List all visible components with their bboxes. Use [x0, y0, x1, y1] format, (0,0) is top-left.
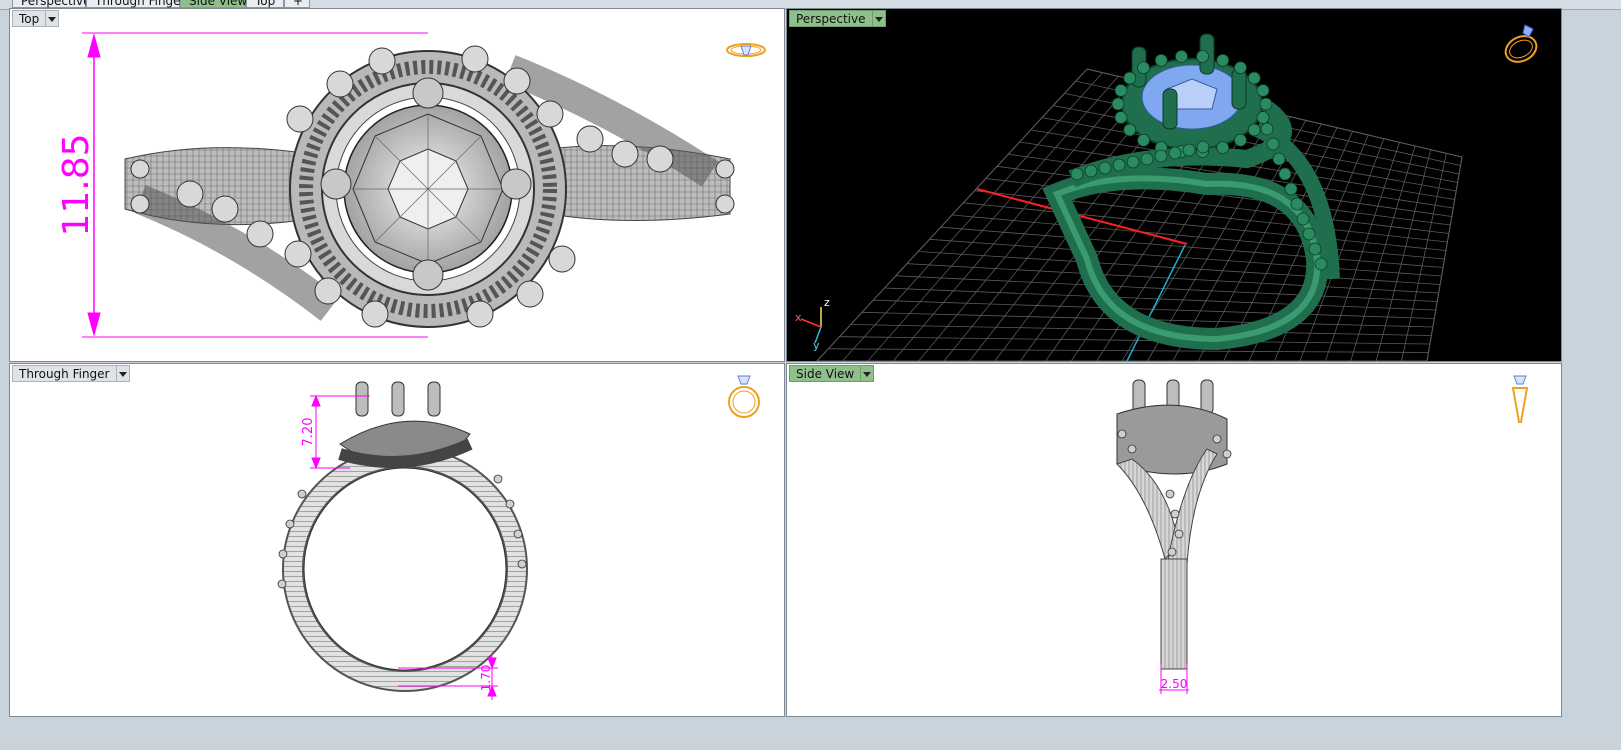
side-view-ring: 2.50	[1116, 379, 1232, 694]
perspective-scene: z x y	[795, 33, 1463, 361]
dropdown-arrow-icon[interactable]	[871, 10, 886, 27]
dropdown-arrow-icon[interactable]	[115, 365, 130, 382]
dimension-band-width: 2.50	[1161, 677, 1188, 691]
viewport-title-label: Perspective	[789, 10, 872, 27]
tab-through-finger[interactable]: Through Finger	[86, 0, 186, 8]
dimension-top-height: 11.85	[56, 133, 97, 236]
viewport-title-perspective[interactable]: Perspective	[789, 10, 886, 27]
tab-top[interactable]: Top	[246, 0, 284, 8]
viewport-perspective[interactable]: Perspective z x y	[786, 8, 1562, 362]
tab-side-view[interactable]: Side View	[180, 0, 247, 8]
dimension-crown-height: 7.20	[301, 418, 316, 447]
viewport-through-finger[interactable]: Through Finger 7.20 1.70	[9, 363, 785, 717]
viewport-title-label: Side View	[789, 365, 861, 382]
axis-label-z: z	[824, 296, 830, 309]
ring-side-icon[interactable]	[1505, 372, 1535, 426]
dropdown-arrow-icon[interactable]	[860, 365, 875, 382]
viewport-title-side-view[interactable]: Side View	[789, 365, 875, 382]
dimension-band-thickness: 1.70	[479, 665, 493, 692]
through-finger-ring: 7.20 1.70	[277, 381, 528, 700]
tab-add[interactable]: +	[284, 0, 310, 8]
axis-label-x: x	[795, 311, 802, 324]
axis-label-y: y	[813, 339, 820, 352]
top-view-ring: 11.85	[56, 32, 735, 338]
viewport-title-top[interactable]: Top	[12, 10, 60, 27]
viewport-title-label: Through Finger	[12, 365, 116, 382]
viewport-side-view[interactable]: Side View 2.50	[786, 363, 1562, 717]
viewport-title-through-finger[interactable]: Through Finger	[12, 365, 130, 382]
ring-perspective-icon[interactable]	[1499, 19, 1543, 67]
dropdown-arrow-icon[interactable]	[45, 10, 60, 27]
viewport-top[interactable]: Top 11.85	[9, 8, 785, 362]
ring-front-icon[interactable]	[724, 372, 764, 422]
ring-top-icon[interactable]	[724, 37, 768, 63]
tab-perspective[interactable]: Perspective	[12, 0, 91, 8]
viewport-title-label: Top	[12, 10, 46, 27]
